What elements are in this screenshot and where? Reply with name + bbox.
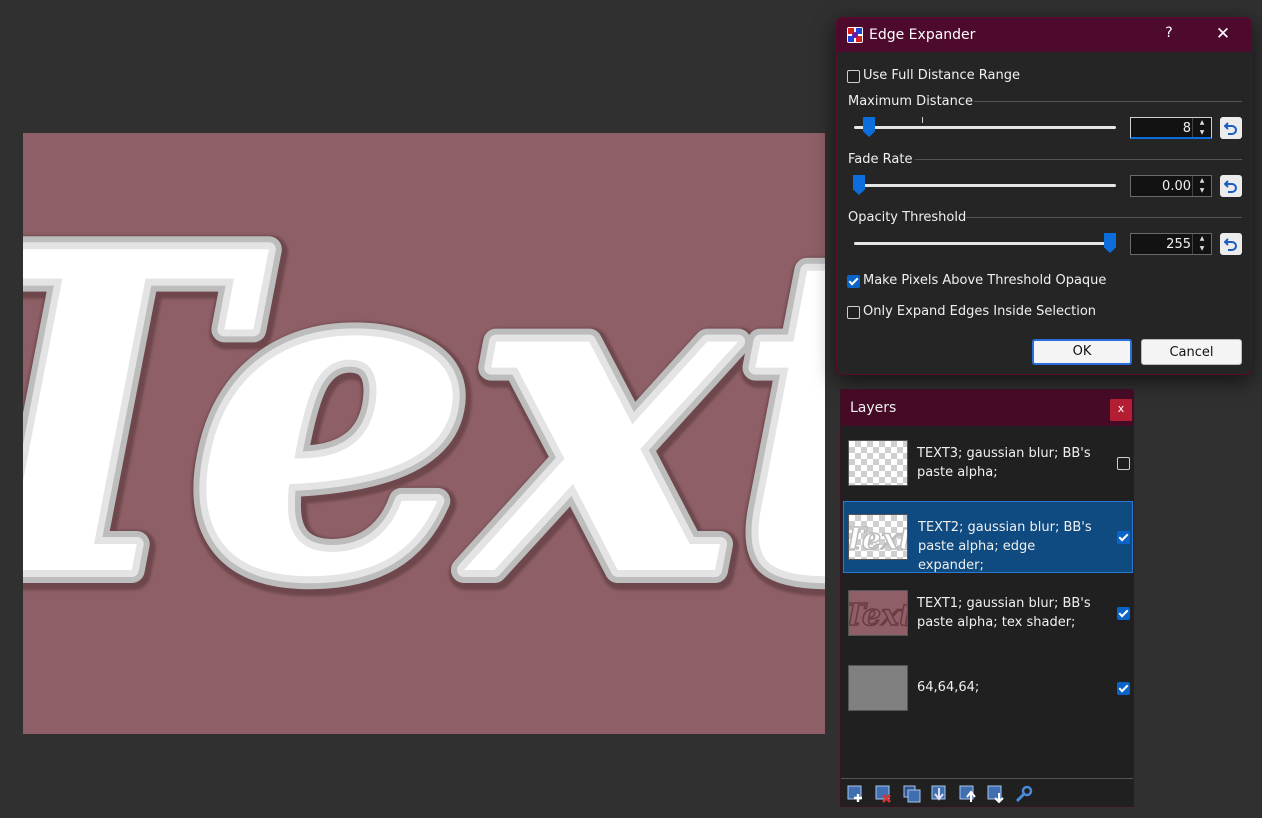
text-fill: Text xyxy=(23,157,825,674)
edge-expander-icon xyxy=(847,27,863,43)
text-thumbnail-icon: Text xyxy=(842,597,913,634)
layer-thumbnail xyxy=(848,665,908,711)
cancel-button[interactable]: Cancel xyxy=(1141,339,1242,365)
max-distance-slider-track[interactable] xyxy=(854,126,1116,129)
layer-visibility-checkbox[interactable] xyxy=(1117,457,1130,470)
layers-toolbar xyxy=(841,778,1133,807)
fade-rate-value: 0.00 xyxy=(1162,179,1191,194)
add-layer-icon[interactable] xyxy=(847,785,865,803)
use-full-range-label: Use Full Distance Range xyxy=(863,68,1020,83)
max-distance-value: 8 xyxy=(1182,121,1191,136)
opacity-threshold-spinner[interactable]: ▲ ▼ xyxy=(1192,234,1211,254)
close-button[interactable]: ✕ xyxy=(1213,24,1233,44)
layers-title-bar[interactable]: Layers x xyxy=(841,390,1133,426)
opacity-threshold-label: Opacity Threshold xyxy=(848,210,967,225)
layer-visibility-checkbox[interactable] xyxy=(1117,607,1130,620)
layer-visibility-checkbox[interactable] xyxy=(1117,531,1130,544)
spin-down-icon[interactable]: ▼ xyxy=(1193,186,1211,196)
edge-expander-dialog: Edge Expander ? ✕ Use Full Distance Rang… xyxy=(836,17,1252,375)
layer-item[interactable]: TEXT3; gaussian blur; BB's paste alpha; xyxy=(843,427,1133,499)
duplicate-layer-icon[interactable] xyxy=(903,785,921,803)
fade-rate-label: Fade Rate xyxy=(848,152,913,167)
opacity-threshold-slider-thumb[interactable] xyxy=(1104,233,1116,253)
svg-text:Text: Text xyxy=(849,598,907,633)
reset-icon xyxy=(1224,180,1237,193)
opacity-threshold-divider xyxy=(966,217,1242,218)
fade-rate-reset-button[interactable] xyxy=(1220,175,1242,197)
opacity-threshold-reset-button[interactable] xyxy=(1220,233,1242,255)
dialog-title-bar[interactable]: Edge Expander ? ✕ xyxy=(837,18,1251,52)
image-canvas[interactable]: Text Text Text Text xyxy=(23,133,825,734)
layers-title: Layers xyxy=(850,400,897,416)
layer-thumbnail: Text xyxy=(842,590,914,636)
help-button[interactable]: ? xyxy=(1162,25,1176,41)
properties-icon[interactable] xyxy=(1015,785,1033,803)
layer-name: 64,64,64; xyxy=(917,680,980,695)
make-opaque-checkbox[interactable] xyxy=(847,275,860,288)
layers-close-button[interactable]: x xyxy=(1110,399,1132,421)
move-up-icon[interactable] xyxy=(959,785,977,803)
only-inside-selection-label: Only Expand Edges Inside Selection xyxy=(863,304,1097,319)
fade-rate-divider xyxy=(915,159,1242,160)
opacity-threshold-value: 255 xyxy=(1166,237,1191,252)
dialog-title: Edge Expander xyxy=(869,27,976,43)
layer-thumbnail: Text xyxy=(842,514,914,560)
text-thumbnail-icon: Text xyxy=(842,521,913,558)
svg-text:Text: Text xyxy=(849,522,907,557)
move-down-icon[interactable] xyxy=(987,785,1005,803)
canvas-artwork: Text Text Text Text xyxy=(23,143,825,694)
merge-down-icon[interactable] xyxy=(931,785,949,803)
max-distance-slider-thumb[interactable] xyxy=(863,117,875,137)
fade-rate-slider-track[interactable] xyxy=(854,184,1116,187)
reset-icon xyxy=(1224,122,1237,135)
layer-thumbnail xyxy=(848,440,908,486)
make-opaque-label: Make Pixels Above Threshold Opaque xyxy=(863,273,1107,288)
opacity-threshold-input[interactable]: 255 ▲ ▼ xyxy=(1130,233,1212,255)
reset-icon xyxy=(1224,238,1237,251)
max-distance-spinner[interactable]: ▲ ▼ xyxy=(1192,118,1211,137)
fade-rate-slider-thumb[interactable] xyxy=(853,175,865,195)
max-distance-default-tick xyxy=(922,117,923,123)
layer-item-selected[interactable]: Text TEXT2; gaussian blur; BB's paste al… xyxy=(842,501,1133,573)
max-distance-label: Maximum Distance xyxy=(848,94,974,109)
layer-visibility-checkbox[interactable] xyxy=(1117,682,1130,695)
spin-up-icon[interactable]: ▲ xyxy=(1193,118,1211,128)
layer-name: TEXT3; gaussian blur; BB's paste alpha; xyxy=(917,446,1091,480)
layer-item[interactable]: Text TEXT1; gaussian blur; BB's paste al… xyxy=(842,577,1133,649)
use-full-range-checkbox[interactable] xyxy=(847,70,860,83)
only-inside-selection-checkbox[interactable] xyxy=(847,306,860,319)
spin-down-icon[interactable]: ▼ xyxy=(1193,128,1211,138)
layer-name: TEXT2; gaussian blur; BB's paste alpha; … xyxy=(918,520,1092,573)
delete-layer-icon[interactable] xyxy=(875,785,893,803)
max-distance-divider xyxy=(974,101,1242,102)
layer-name: TEXT1; gaussian blur; BB's paste alpha; … xyxy=(917,596,1091,630)
spin-up-icon[interactable]: ▲ xyxy=(1193,234,1211,244)
fade-rate-spinner[interactable]: ▲ ▼ xyxy=(1192,176,1211,196)
layers-panel: Layers x TEXT3; gaussian blur; BB's past… xyxy=(840,389,1134,807)
spin-up-icon[interactable]: ▲ xyxy=(1193,176,1211,186)
max-distance-input[interactable]: 8 ▲ ▼ xyxy=(1130,117,1212,139)
fade-rate-input[interactable]: 0.00 ▲ ▼ xyxy=(1130,175,1212,197)
max-distance-reset-button[interactable] xyxy=(1220,117,1242,139)
opacity-threshold-slider-track[interactable] xyxy=(854,242,1116,245)
spin-down-icon[interactable]: ▼ xyxy=(1193,244,1211,254)
layer-item[interactable]: 64,64,64; xyxy=(843,652,1133,724)
ok-button[interactable]: OK xyxy=(1032,339,1132,365)
